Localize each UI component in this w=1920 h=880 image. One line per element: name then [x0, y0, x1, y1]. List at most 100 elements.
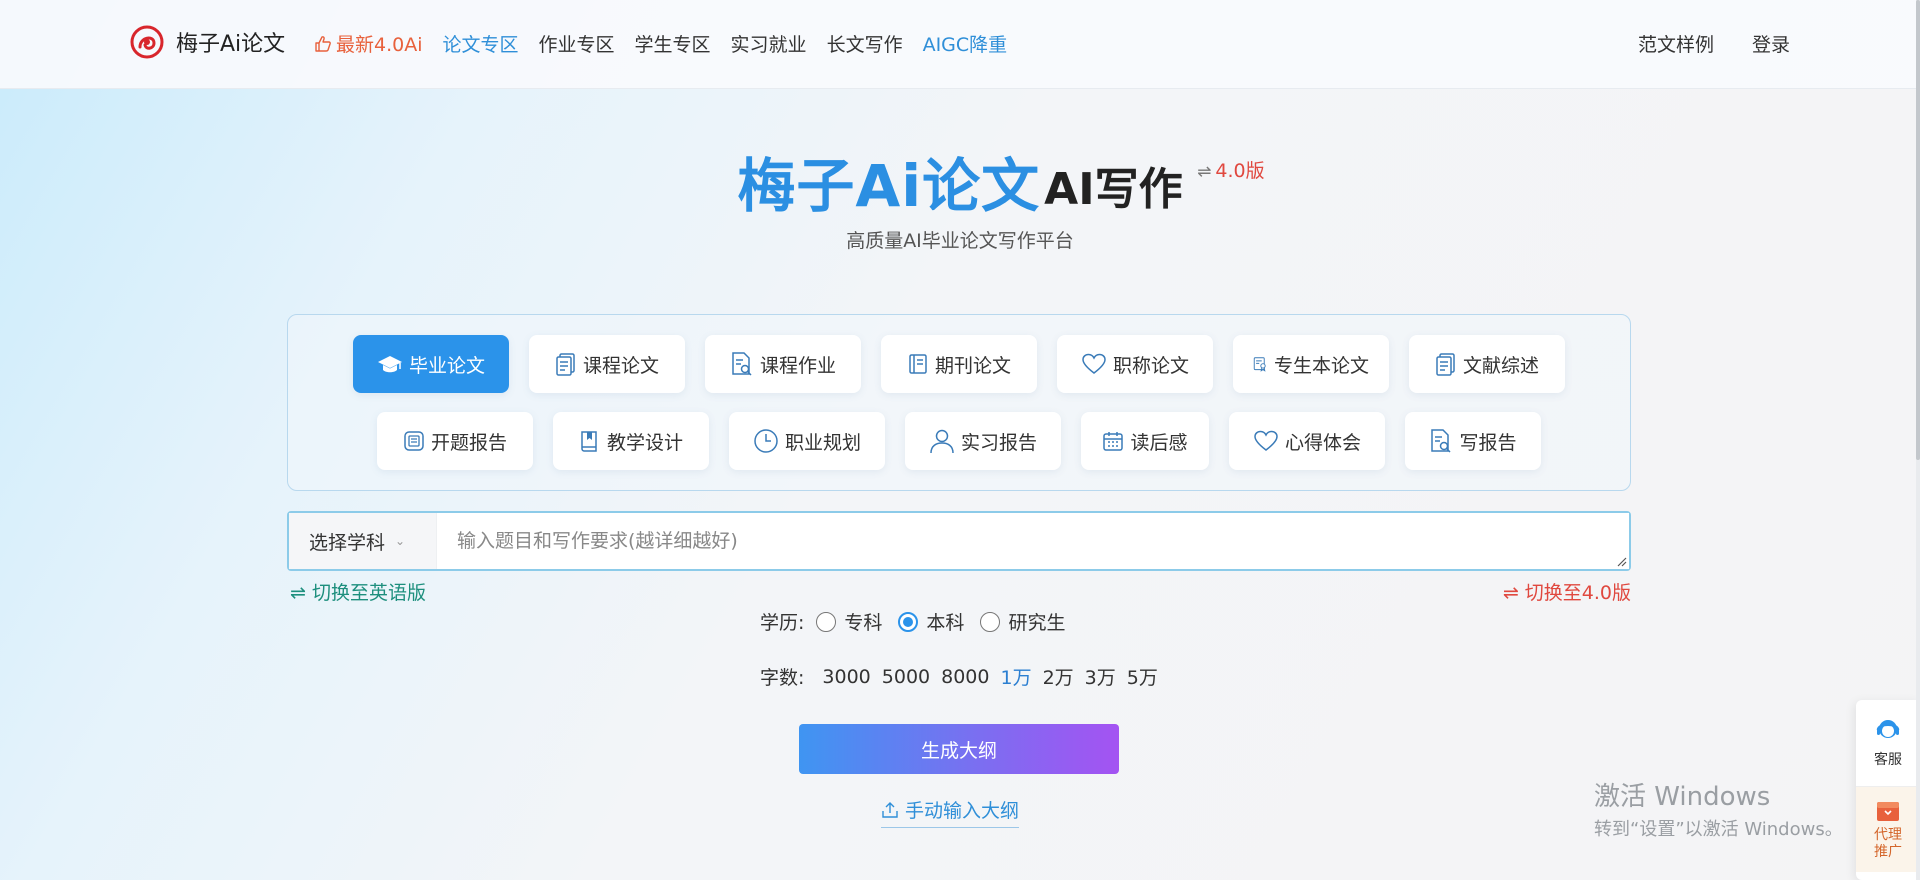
thumbs-up-icon	[315, 35, 331, 52]
category-label: 开题报告	[430, 431, 507, 454]
heart-icon	[1254, 430, 1278, 451]
category-proposal-report[interactable]: 开题报告	[377, 412, 533, 470]
graduation-cap-icon	[377, 356, 402, 373]
book-icon	[581, 431, 597, 452]
nav-right: 范文样例 登录	[1600, 30, 1790, 57]
category-upgrade-paper[interactable]: 专生本论文	[1233, 335, 1389, 393]
nav-link-label: 最新4.0Ai	[336, 34, 423, 56]
document-icon	[1436, 353, 1455, 376]
resize-grip-icon[interactable]	[1617, 557, 1627, 567]
agent-promotion-button[interactable]: 代理推广	[1856, 786, 1920, 872]
scrollbar-thumb[interactable]	[1916, 0, 1920, 460]
radio-button-checked[interactable]	[898, 611, 919, 632]
nav-link-papers[interactable]: 论文专区	[443, 30, 519, 57]
switch-icon: ⇌	[1197, 162, 1212, 182]
nav-link-students[interactable]: 学生专区	[635, 30, 711, 57]
word-count-option-selected[interactable]: 1万	[1000, 663, 1031, 690]
hero: 梅子Ai论文 AI写作 ⇌ 4.0版 高质量AI毕业论文写作平台	[0, 152, 1920, 253]
word-count-option[interactable]: 3万	[1085, 663, 1116, 690]
top-navbar: 梅子Ai论文 最新4.0Ai 论文专区 作业专区 学生专区 实习就业 长文写作 …	[0, 0, 1920, 89]
heart-icon	[1082, 353, 1106, 374]
windows-activation-watermark: 激活 Windows 转到“设置”以激活 Windows。	[1594, 776, 1843, 841]
category-journal-paper[interactable]: 期刊论文	[881, 335, 1037, 393]
calendar-icon	[1103, 432, 1124, 451]
chevron-down-icon: ⌄	[395, 534, 406, 548]
certificate-icon	[1253, 357, 1266, 372]
logo-icon	[130, 25, 164, 59]
word-count-option[interactable]: 5万	[1127, 663, 1158, 690]
logo[interactable]: 梅子Ai论文	[130, 25, 285, 59]
education-options: 学历: 专科 本科 研究生	[760, 608, 1081, 635]
watermark-line-1: 激活 Windows	[1594, 782, 1771, 812]
word-count-option[interactable]: 2万	[1043, 663, 1074, 690]
nav-link-internship[interactable]: 实习就业	[731, 30, 807, 57]
hero-brand: 梅子Ai论文	[737, 152, 1041, 220]
clock-icon	[754, 429, 778, 453]
subject-select[interactable]: 选择学科 ⌄	[289, 513, 437, 569]
radio-button[interactable]	[980, 611, 1001, 632]
side-float-panel: 客服 代理推广	[1856, 700, 1920, 880]
nav-link-homework[interactable]: 作业专区	[539, 30, 615, 57]
customer-service-button[interactable]: 客服	[1856, 700, 1920, 786]
manual-outline-label: 手动输入大纲	[905, 800, 1020, 822]
document-search-icon	[732, 352, 752, 376]
subject-select-label: 选择学科	[309, 531, 386, 554]
category-label: 读后感	[1130, 431, 1188, 454]
word-count-option[interactable]: 5000	[882, 666, 930, 688]
category-label: 毕业论文	[408, 354, 485, 377]
nav-link-aigc[interactable]: AIGC降重	[923, 30, 1008, 57]
education-option-graduate[interactable]: 研究生	[980, 608, 1065, 635]
user-icon	[930, 429, 954, 454]
agent-promotion-label: 代理推广	[1874, 826, 1902, 860]
category-label: 心得体会	[1284, 431, 1361, 454]
radio-button[interactable]	[816, 611, 837, 632]
version-label: 4.0版	[1215, 160, 1265, 182]
nav-link-latest[interactable]: 最新4.0Ai	[314, 30, 423, 57]
switch-english-link[interactable]: ⇌ 切换至英语版	[290, 578, 426, 605]
gift-icon	[1877, 801, 1899, 821]
category-panel: 毕业论文 课程论文 课程作业 期刊论文 职称论文 专生本论文 文献综述 开题报告…	[287, 314, 1631, 491]
word-count-option[interactable]: 3000	[822, 666, 870, 688]
customer-service-label: 客服	[1874, 752, 1902, 768]
category-write-report[interactable]: 写报告	[1405, 412, 1541, 470]
category-teaching-design[interactable]: 教学设计	[553, 412, 709, 470]
manual-outline-link[interactable]: 手动输入大纲	[881, 796, 1020, 828]
category-title-paper[interactable]: 职称论文	[1057, 335, 1213, 393]
word-count-option[interactable]: 8000	[941, 666, 989, 688]
category-label: 课程论文	[582, 354, 659, 377]
radio-label: 研究生	[1008, 612, 1066, 634]
category-label: 专生本论文	[1273, 354, 1369, 377]
category-experience[interactable]: 心得体会	[1229, 412, 1385, 470]
login-link[interactable]: 登录	[1752, 30, 1790, 57]
report-icon	[404, 431, 424, 451]
hero-title: 梅子Ai论文 AI写作 ⇌ 4.0版	[737, 152, 1264, 220]
customer-service-icon	[1876, 720, 1900, 738]
generate-outline-button[interactable]: 生成大纲	[799, 724, 1119, 774]
category-graduation-thesis[interactable]: 毕业论文	[353, 335, 509, 393]
category-label: 职称论文	[1112, 354, 1189, 377]
sample-essays-link[interactable]: 范文样例	[1638, 30, 1714, 57]
document-icon	[556, 353, 575, 376]
book-icon	[909, 354, 927, 374]
category-reading-reflection[interactable]: 读后感	[1081, 412, 1209, 470]
category-label: 课程作业	[759, 354, 836, 377]
category-label: 写报告	[1459, 431, 1517, 454]
nav-link-long-writing[interactable]: 长文写作	[827, 30, 903, 57]
category-course-homework[interactable]: 课程作业	[705, 335, 861, 393]
category-row-1: 毕业论文 课程论文 课程作业 期刊论文 职称论文 专生本论文 文献综述	[288, 335, 1630, 393]
logo-text: 梅子Ai论文	[176, 32, 286, 57]
category-internship-report[interactable]: 实习报告	[905, 412, 1061, 470]
education-option-junior[interactable]: 专科	[816, 608, 882, 635]
version-badge[interactable]: ⇌ 4.0版	[1197, 156, 1264, 183]
category-literature-review[interactable]: 文献综述	[1409, 335, 1565, 393]
category-course-paper[interactable]: 课程论文	[529, 335, 685, 393]
category-career-plan[interactable]: 职业规划	[729, 412, 885, 470]
switch-v4-link[interactable]: ⇌ 切换至4.0版	[1503, 578, 1631, 605]
word-count-label: 字数:	[760, 667, 805, 689]
word-count-options: 字数: 3000 5000 8000 1万 2万 3万 5万	[760, 663, 1169, 690]
topic-input[interactable]	[437, 513, 1629, 569]
nav-links: 最新4.0Ai 论文专区 作业专区 学生专区 实习就业 长文写作 AIGC降重	[314, 30, 1027, 57]
hero-ai-writing: AI写作	[1044, 164, 1183, 215]
education-option-bachelor[interactable]: 本科	[898, 608, 964, 635]
category-row-2: 开题报告 教学设计 职业规划 实习报告 读后感 心得体会 写报告	[288, 412, 1630, 470]
